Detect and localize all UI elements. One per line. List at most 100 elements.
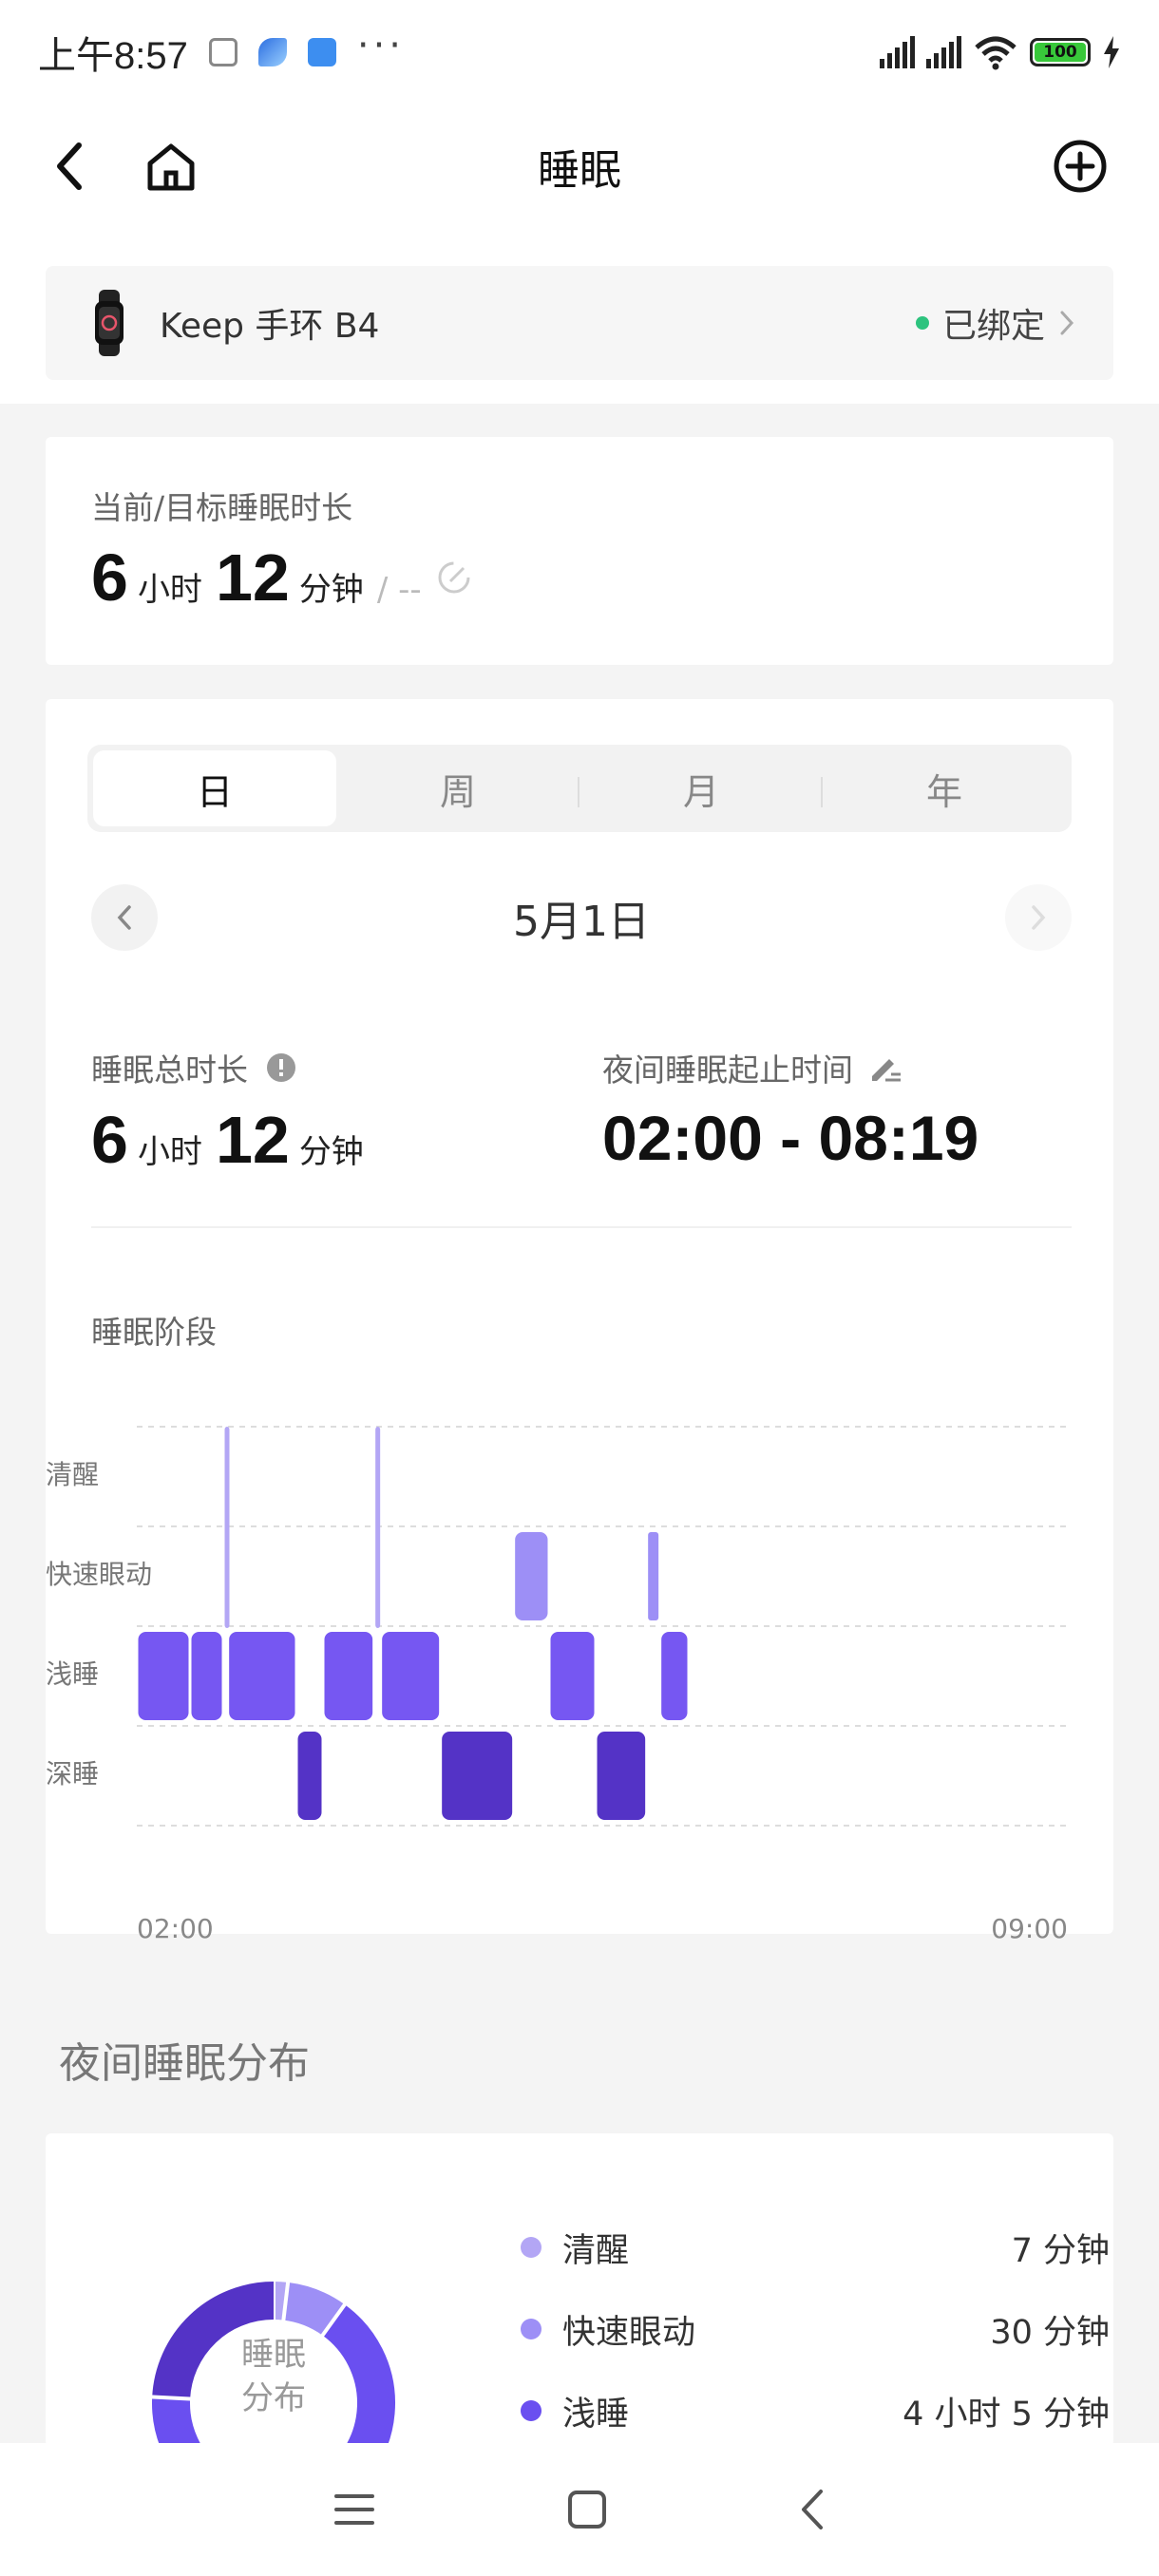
tab-week[interactable]: 周 [336, 750, 580, 826]
total-minutes: 12 [215, 1103, 290, 1177]
signal-icon [880, 36, 915, 68]
goal-value: / -- [376, 571, 422, 609]
connected-dot-icon [915, 316, 929, 330]
y-axis-label: 浅睡 [46, 1658, 99, 1690]
back-triangle-icon[interactable] [798, 2488, 826, 2531]
legend-name: 清醒 [562, 2231, 630, 2270]
tab-day[interactable]: 日 [93, 750, 336, 826]
stage-segment [375, 1427, 381, 1628]
sleep-stages-title: 睡眠阶段 [91, 1314, 217, 1351]
device-row[interactable]: Keep 手环 B4 已绑定 [46, 266, 1113, 380]
stage-segment [648, 1532, 659, 1620]
chevron-left-icon [117, 905, 131, 930]
legend-value: 4 小时 5 分钟 [902, 2395, 1110, 2434]
stage-segment [191, 1632, 222, 1720]
stage-segment [382, 1632, 440, 1720]
legend-item-awake: 清醒 7 分钟 [521, 2219, 1110, 2276]
chevron-right-icon [1032, 905, 1046, 930]
battery-level: 100 [1035, 43, 1086, 62]
stage-segment [661, 1632, 688, 1720]
plus-circle-icon [1054, 140, 1107, 193]
edit-goal-icon[interactable] [435, 559, 473, 597]
stage-segment [138, 1632, 189, 1720]
date-navigator: 5月1日 [91, 883, 1072, 952]
period-tabs: 日 周 月 年 [87, 745, 1072, 832]
legend-value: 7 分钟 [1011, 2231, 1110, 2270]
current-minutes: 12 [215, 540, 290, 615]
y-axis-label: 深睡 [46, 1758, 99, 1790]
donut-segment [282, 2282, 345, 2337]
device-status: 已绑定 [915, 298, 1075, 348]
charging-icon [1104, 36, 1119, 68]
legend-value: 30 分钟 [990, 2313, 1110, 2352]
donut-separator [150, 2395, 193, 2401]
device-name: Keep 手环 B4 [160, 307, 380, 346]
y-axis-label: 快速眼动 [46, 1559, 152, 1590]
legend-name: 快速眼动 [562, 2313, 696, 2352]
more-notifications-icon: ··· [356, 24, 406, 67]
chevron-right-icon [1060, 311, 1074, 335]
stage-segment [442, 1732, 513, 1820]
tab-month[interactable]: 月 [580, 750, 823, 826]
divider [91, 1226, 1072, 1228]
x-axis-end-label: 09:00 [991, 1913, 1068, 1944]
total-sleep-label: 睡眠总时长 [91, 1051, 248, 1089]
current-minutes-unit: 分钟 [298, 571, 364, 609]
distribution-title: 夜间睡眠分布 [59, 2039, 310, 2088]
total-hours: 6 [91, 1103, 128, 1177]
current-sleep-card: 当前/目标睡眠时长 6 小时 12 分钟 / -- [46, 437, 1113, 665]
status-time: 上午8:57 [38, 35, 188, 77]
info-icon[interactable] [265, 1051, 297, 1084]
sleep-range-label: 夜间睡眠起止时间 [602, 1051, 853, 1089]
legend-dot-icon [521, 2400, 542, 2421]
bird-notification-icon [257, 38, 287, 66]
legend-item-rem: 快速眼动 30 分钟 [521, 2301, 1110, 2358]
device-status-label: 已绑定 [941, 307, 1045, 346]
stage-segment [597, 1732, 646, 1820]
tab-year[interactable]: 年 [823, 750, 1066, 826]
battery-icon: 100 [1030, 38, 1091, 66]
y-axis-label: 清醒 [46, 1459, 99, 1490]
stage-segment [297, 1732, 322, 1820]
distribution-card: 睡眠 分布 清醒 7 分钟 快速眼动 30 分钟 浅睡 4 小时 5 分钟 [46, 2133, 1113, 2447]
signal-icon [926, 36, 961, 68]
tab-week-label: 周 [439, 770, 476, 813]
legend-name: 浅睡 [562, 2395, 630, 2434]
band-device-icon [95, 290, 124, 356]
next-day-button[interactable] [1005, 884, 1072, 951]
legend-dot-icon [521, 2237, 542, 2258]
current-hours-unit: 小时 [137, 571, 202, 609]
total-hours-unit: 小时 [137, 1133, 202, 1171]
prev-day-button[interactable] [91, 884, 158, 951]
menu-icon[interactable] [332, 2491, 376, 2529]
stage-segment [224, 1427, 230, 1628]
total-minutes-unit: 分钟 [298, 1133, 364, 1171]
app-header: 睡眠 [0, 104, 1159, 228]
current-date: 5月1日 [513, 898, 650, 946]
system-navigation-bar [0, 2443, 1159, 2576]
status-bar: 上午8:57 ··· 100 [0, 0, 1159, 104]
tab-month-label: 月 [682, 770, 719, 813]
x-axis-start-label: 02:00 [137, 1913, 214, 1944]
stage-segment [229, 1632, 295, 1720]
sleep-stage-chart: 清醒快速眼动浅睡深睡 02:00 09:00 [46, 1426, 1068, 1944]
sleep-range-value: 02:00 - 08:19 [602, 1103, 979, 1173]
legend-dot-icon [521, 2319, 542, 2339]
donut-label-line2: 分布 [241, 2379, 306, 2417]
donut-center-label: 睡眠 分布 [211, 2333, 336, 2420]
app-notification-icon [208, 38, 238, 66]
add-button[interactable] [1047, 133, 1113, 199]
stage-segment [550, 1632, 595, 1720]
edit-icon[interactable] [866, 1051, 904, 1084]
sleep-detail-card: 日 周 月 年 5月1日 睡眠总时长 6 小时 12 分钟 夜间睡眠起止时间 0… [46, 699, 1113, 1944]
wifi-icon [975, 36, 1016, 70]
message-notification-icon [307, 38, 336, 66]
legend-item-light: 浅睡 4 小时 5 分钟 [521, 2382, 1110, 2439]
stage-segment [324, 1632, 373, 1720]
home-square-icon[interactable] [566, 2489, 608, 2530]
current-hours: 6 [91, 540, 128, 615]
current-sleep-label: 当前/目标睡眠时长 [91, 489, 353, 526]
stage-segment [515, 1532, 548, 1620]
donut-label-line1: 睡眠 [241, 2336, 306, 2374]
page-title: 睡眠 [538, 146, 621, 195]
